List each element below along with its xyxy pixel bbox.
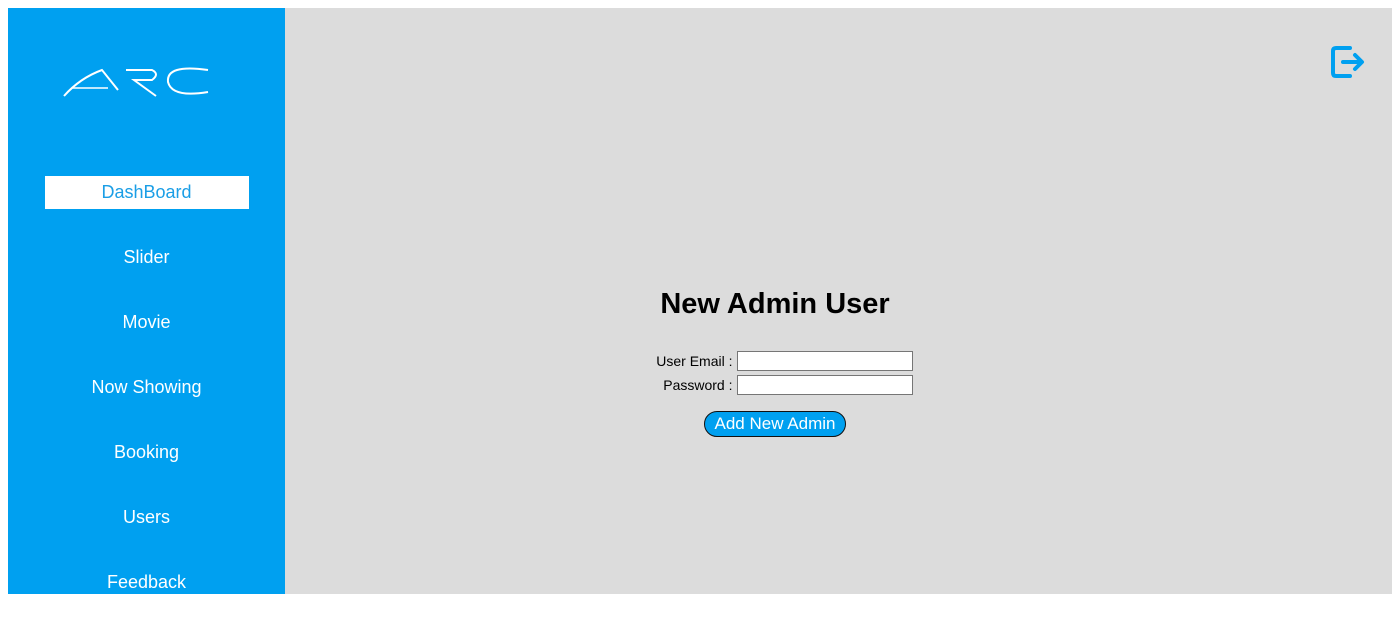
new-admin-form: New Admin User User Email : Password : A… bbox=[625, 288, 925, 437]
password-field[interactable] bbox=[736, 375, 913, 395]
sidebar-item-dashboard[interactable]: DashBoard bbox=[44, 176, 249, 209]
app-frame: DashBoard Slider Movie Now Showing Booki… bbox=[8, 8, 1392, 594]
email-label: User Email : bbox=[656, 353, 733, 369]
logout-icon[interactable] bbox=[1330, 42, 1366, 82]
email-field[interactable] bbox=[736, 351, 913, 371]
sidebar-item-movie[interactable]: Movie bbox=[45, 306, 249, 339]
sidebar: DashBoard Slider Movie Now Showing Booki… bbox=[8, 8, 285, 594]
arc-logo bbox=[62, 52, 212, 102]
add-new-admin-button[interactable]: Add New Admin bbox=[703, 411, 847, 437]
sidebar-item-slider[interactable]: Slider bbox=[45, 241, 249, 274]
password-label: Password : bbox=[663, 377, 733, 393]
sidebar-item-booking[interactable]: Booking bbox=[45, 436, 249, 469]
form-title: New Admin User bbox=[660, 288, 890, 320]
sidebar-nav: DashBoard Slider Movie Now Showing Booki… bbox=[8, 176, 285, 631]
main-content: New Admin User User Email : Password : A… bbox=[285, 8, 1392, 594]
email-row: User Email : bbox=[625, 351, 925, 371]
sidebar-item-now-showing[interactable]: Now Showing bbox=[45, 371, 249, 404]
sidebar-item-users[interactable]: Users bbox=[45, 501, 249, 534]
password-row: Password : bbox=[625, 375, 925, 395]
sidebar-item-feedback[interactable]: Feedback bbox=[45, 566, 249, 599]
